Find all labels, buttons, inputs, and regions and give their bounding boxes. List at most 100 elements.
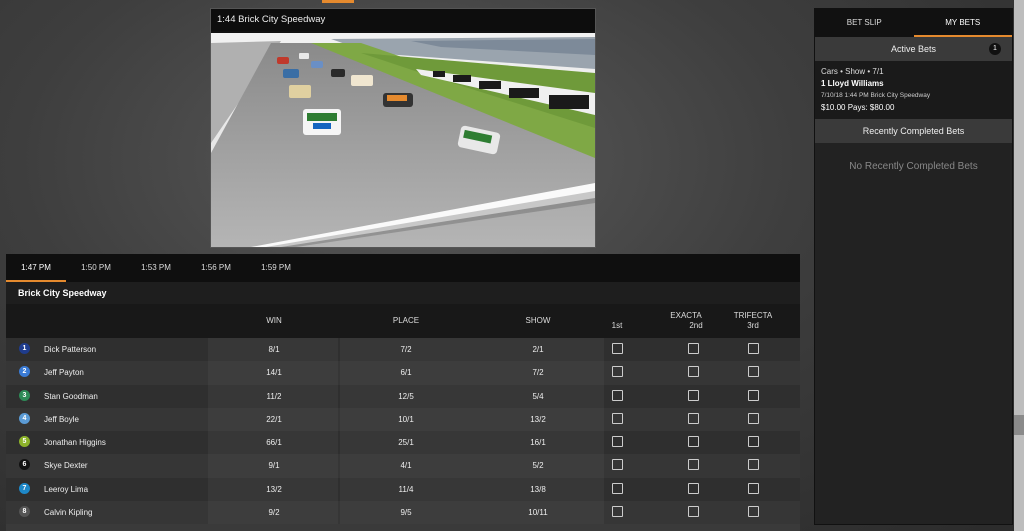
runner-row: 8 Calvin Kipling 9/2 9/5 10/11	[6, 501, 800, 525]
trifecta-third-checkbox[interactable]	[748, 506, 759, 518]
place-odds[interactable]: 7/2	[376, 338, 436, 361]
tab-bet-slip[interactable]: BET SLIP	[815, 9, 914, 37]
exacta-second-checkbox[interactable]	[688, 389, 699, 401]
tab-race-time-3[interactable]: 1:53 PM	[126, 254, 186, 282]
trifecta-third-checkbox[interactable]	[748, 389, 759, 401]
tab-race-time-4[interactable]: 1:56 PM	[186, 254, 246, 282]
show-odds[interactable]: 10/11	[508, 501, 568, 524]
first-place-checkbox[interactable]	[612, 366, 623, 378]
post-number-icon: 3	[19, 389, 30, 401]
exacta-second-checkbox[interactable]	[688, 506, 699, 518]
bet-amount-payout: $10.00 Pays: $80.00	[821, 103, 895, 112]
race-scene-image	[211, 33, 595, 247]
first-place-checkbox[interactable]	[612, 343, 623, 354]
win-odds[interactable]: 11/2	[244, 385, 304, 408]
post-number-icon: 4	[19, 412, 30, 424]
runner-name: Leeroy Lima	[44, 484, 89, 494]
win-odds[interactable]: 22/1	[244, 408, 304, 431]
win-header: WIN	[266, 316, 282, 325]
place-odds[interactable]: 10/1	[376, 408, 436, 431]
trifecta-header: TRIFECTA	[733, 311, 773, 320]
race-time-tabs: 1:47 PM 1:50 PM 1:53 PM 1:56 PM 1:59 PM	[6, 254, 800, 282]
win-odds[interactable]: 8/1	[244, 338, 304, 361]
active-bets-count-badge: 1	[989, 43, 1001, 55]
bets-sidebar: BET SLIP MY BETS Active Bets 1 Cars • Sh…	[814, 8, 1013, 525]
place-odds[interactable]: 9/5	[376, 501, 436, 524]
exacta-second-checkbox[interactable]	[688, 436, 699, 448]
exacta-second-checkbox[interactable]	[688, 482, 699, 494]
trifecta-third-checkbox[interactable]	[748, 366, 759, 378]
runner-row: 1 Dick Patterson 8/1 7/2 2/1	[6, 338, 800, 362]
show-odds[interactable]: 5/2	[508, 454, 568, 477]
show-odds[interactable]: 13/2	[508, 408, 568, 431]
bet-type: Cars • Show • 7/1	[821, 67, 884, 76]
first-header: 1st	[611, 321, 623, 330]
show-odds[interactable]: 5/4	[508, 385, 568, 408]
runner-name: Jeff Boyle	[44, 414, 79, 424]
completed-bets-empty-message: No Recently Completed Bets	[849, 161, 978, 172]
post-number-icon: 2	[19, 366, 30, 378]
runner-name: Calvin Kipling	[44, 508, 93, 518]
post-number-icon: 5	[19, 436, 30, 448]
runner-name: Jonathan Higgins	[44, 438, 106, 448]
page-scrollbar[interactable]	[1014, 0, 1024, 531]
runner-name: Skye Dexter	[44, 461, 88, 471]
runner-row: 2 Jeff Payton 14/1 6/1 7/2	[6, 361, 800, 385]
post-number-icon: 6	[19, 459, 30, 471]
first-place-checkbox[interactable]	[612, 389, 623, 401]
place-odds[interactable]: 25/1	[376, 431, 436, 454]
runner-row: 3 Stan Goodman 11/2 12/5 5/4	[6, 384, 800, 408]
win-odds[interactable]: 13/2	[244, 478, 304, 501]
active-bet-card[interactable]: Cars • Show • 7/1 1 Lloyd Williams 7/10/…	[815, 61, 1012, 119]
first-place-checkbox[interactable]	[612, 459, 623, 471]
trifecta-third-checkbox[interactable]	[748, 459, 759, 471]
trifecta-third-checkbox[interactable]	[748, 343, 759, 354]
scrollbar-thumb[interactable]	[1014, 415, 1024, 435]
show-header: SHOW	[525, 316, 551, 325]
runner-name: Stan Goodman	[44, 391, 98, 401]
runner-name: Jeff Payton	[44, 368, 84, 378]
runner-row: 4 Jeff Boyle 22/1 10/1 13/2	[6, 407, 800, 432]
second-header: 2nd	[689, 321, 703, 330]
tab-my-bets[interactable]: MY BETS	[913, 9, 1012, 37]
runner-name: Dick Patterson	[44, 345, 97, 354]
win-odds[interactable]: 66/1	[244, 431, 304, 454]
trifecta-third-checkbox[interactable]	[748, 482, 759, 494]
runner-row: 5 Jonathan Higgins 66/1 25/1 16/1	[6, 431, 800, 455]
exacta-second-checkbox[interactable]	[688, 412, 699, 424]
trifecta-third-checkbox[interactable]	[748, 436, 759, 448]
first-place-checkbox[interactable]	[612, 482, 623, 494]
active-bets-label: Active Bets	[890, 44, 937, 54]
place-odds[interactable]: 12/5	[376, 385, 436, 408]
show-odds[interactable]: 2/1	[508, 338, 568, 361]
show-odds[interactable]: 13/8	[508, 478, 568, 501]
exacta-second-checkbox[interactable]	[688, 343, 699, 354]
completed-bets-header: Recently Completed Bets	[815, 119, 1012, 143]
tab-race-time-2[interactable]: 1:50 PM	[66, 254, 126, 282]
third-header: 3rd	[747, 321, 759, 330]
exacta-second-checkbox[interactable]	[688, 366, 699, 378]
race-video-frame[interactable]	[211, 33, 595, 247]
show-odds[interactable]: 7/2	[508, 361, 568, 384]
tab-race-time-5[interactable]: 1:59 PM	[246, 254, 306, 282]
place-odds[interactable]: 4/1	[376, 454, 436, 477]
win-odds[interactable]: 9/2	[244, 501, 304, 524]
win-odds[interactable]: 14/1	[244, 361, 304, 384]
race-video-player[interactable]: 1:44 Brick City Speedway	[210, 8, 596, 248]
win-odds[interactable]: 9/1	[244, 454, 304, 477]
trifecta-third-checkbox[interactable]	[748, 412, 759, 424]
first-place-checkbox[interactable]	[612, 506, 623, 518]
post-number-icon: 8	[19, 506, 30, 518]
first-place-checkbox[interactable]	[612, 412, 623, 424]
place-odds[interactable]: 6/1	[376, 361, 436, 384]
bet-date-track: 7/10/18 1:44 PM Brick City Speedway	[821, 92, 931, 99]
sidebar-tabs: BET SLIP MY BETS	[815, 9, 1012, 37]
tab-race-time-1[interactable]: 1:47 PM	[6, 254, 66, 282]
top-accent-bar	[322, 0, 354, 3]
odds-table-body: 1 Dick Patterson 8/1 7/2 2/1 2 Jeff Payton 14/1…	[6, 338, 800, 525]
exacta-second-checkbox[interactable]	[688, 459, 699, 471]
place-odds[interactable]: 11/4	[376, 478, 436, 501]
place-header: PLACE	[392, 316, 420, 325]
first-place-checkbox[interactable]	[612, 436, 623, 448]
show-odds[interactable]: 16/1	[508, 431, 568, 454]
